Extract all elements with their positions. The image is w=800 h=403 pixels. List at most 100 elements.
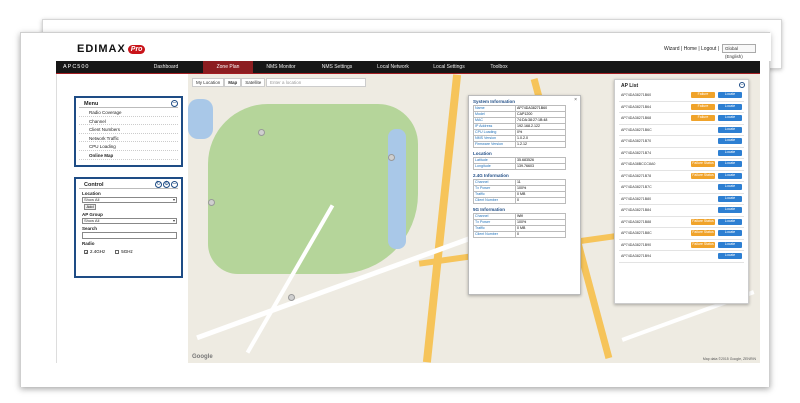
top-links[interactable]: Wizard | Home | Logout | [664, 46, 719, 52]
ap-list-item[interactable]: AP74DA38271B94 Locate [619, 251, 744, 263]
collapse-icon[interactable]: – [739, 82, 745, 88]
main-nav: APC500 Dashboard Zone Plan NMS Monitor N… [56, 61, 760, 73]
nav-item-nms-settings[interactable]: NMS Settings [309, 61, 365, 73]
ap-list-item[interactable]: AP74DA38271B7C Locate [619, 182, 744, 194]
nav-item-local-network[interactable]: Local Network [365, 61, 421, 73]
nav-item-dashboard[interactable]: Dashboard [129, 61, 203, 73]
map-park-area [208, 104, 418, 274]
ap-name: AP74DA38BCCC8A0 [621, 162, 656, 166]
locate-button[interactable]: Locate [718, 253, 742, 259]
radio-24-option[interactable]: ✓ 2.4GHz [84, 249, 105, 254]
locate-button[interactable]: Locate [718, 115, 742, 121]
language-select[interactable]: Global (English) [722, 44, 756, 59]
settings-icon[interactable]: ⚙ [163, 181, 170, 188]
radio-5-label: 5GHz [121, 249, 133, 254]
ap-list-item[interactable]: AP74DA38271B78 Failure Status Locate [619, 171, 744, 182]
menu-item-radio-coverage[interactable]: Radio Coverage [79, 108, 178, 117]
locate-button[interactable]: Locate [718, 92, 742, 98]
ap-list-item[interactable]: AP74DA38271B60 Failure Locate [619, 90, 744, 102]
locate-button[interactable]: Locate [718, 184, 742, 190]
radio-5-option[interactable]: 5GHz [115, 249, 133, 254]
ap-list-item[interactable]: AP74DA38271B90 Failure Status Locate [619, 240, 744, 251]
locate-button[interactable]: Locate [718, 207, 742, 213]
ap-list-rows: AP74DA38271B60 Failure Locate AP74DA38271B6… [615, 90, 748, 263]
ap-name: AP74DA38271B68 [621, 116, 652, 120]
system-info-title: System Information [473, 99, 516, 104]
locate-button[interactable]: Locate [718, 149, 742, 156]
status-badge[interactable]: Failure Status [691, 218, 715, 225]
ap-marker[interactable] [258, 129, 265, 136]
ap-list-item[interactable]: AP74DA38271B70 Locate [619, 136, 744, 148]
g24-info-table: Channel 11 Tx Power 100% Traffic 0 MB Client N… [473, 179, 566, 204]
map-view[interactable]: My Location Map Satellite Enter a locati… [188, 74, 760, 363]
status-badge[interactable]: Failure Status [691, 241, 715, 248]
ap-name: AP74DA38271B74 [621, 150, 652, 155]
info-value: 139.76603 [515, 163, 566, 170]
ap-list-item[interactable]: AP74DA38271B74 Locate [619, 148, 744, 159]
tab-satellite[interactable]: Satellite [241, 78, 266, 87]
close-icon[interactable]: × [574, 97, 577, 103]
ap-list-item[interactable]: AP74DA38271B88 Failure Status Locate [619, 217, 744, 228]
ap-name: AP74DA38271B80 [621, 196, 652, 201]
status-badge[interactable]: Failure Status [691, 172, 715, 179]
ap-list-item[interactable]: AP74DA38271B64 Failure Locate [619, 102, 744, 113]
ap-name: AP74DA38271B90 [621, 242, 652, 247]
nav-item-toolbox[interactable]: Toolbox [477, 61, 521, 73]
refresh-icon[interactable]: ↻ [155, 181, 162, 188]
ap-list-item[interactable]: AP74DA38271B68 Failure Locate [619, 113, 744, 125]
status-badge[interactable]: Failure Status [691, 230, 715, 236]
location-select[interactable]: Show All [82, 197, 177, 203]
ap-list-item[interactable]: AP74DA38271B80 Locate [619, 194, 744, 205]
info-key: Firmware Version [473, 141, 516, 148]
locate-button[interactable]: Locate [718, 161, 742, 167]
ap-list-title: AP List [621, 83, 639, 89]
footer [21, 365, 769, 387]
map-attribution: Map data ©2015 Google, ZENRIN [702, 357, 756, 361]
map-moat-east [388, 129, 406, 249]
nav-item-local-settings[interactable]: Local Settings [421, 61, 477, 73]
ap-list-item[interactable]: AP74DA38271B84 Locate [619, 205, 744, 217]
locate-button[interactable]: Locate [718, 126, 742, 133]
search-input[interactable] [82, 232, 177, 239]
menu-item-channel[interactable]: Channel [79, 117, 178, 126]
locate-button[interactable]: Locate [718, 138, 742, 144]
locate-button[interactable]: Locate [718, 230, 742, 236]
checkbox-icon[interactable] [115, 249, 120, 254]
tab-map[interactable]: Map [224, 78, 242, 87]
map-search-input[interactable]: Enter a location [266, 78, 366, 87]
ap-marker[interactable] [388, 154, 395, 161]
apgroup-select[interactable]: Show All [82, 218, 177, 224]
location-table: Latitude 35.683526 Longitude 139.76603 [473, 157, 566, 170]
locate-button[interactable]: Locate [718, 195, 742, 202]
checkbox-checked-icon[interactable]: ✓ [84, 249, 88, 254]
collapse-icon[interactable]: – [171, 181, 178, 188]
menu-item-client-numbers[interactable]: Client Numbers [79, 125, 178, 134]
menu-item-online-map[interactable]: Online Map [79, 151, 178, 160]
locate-button[interactable]: Locate [718, 103, 742, 110]
locate-button[interactable]: Locate [718, 172, 742, 179]
ap-marker[interactable] [208, 199, 215, 206]
info-key: Client Number [473, 197, 516, 204]
ap-marker[interactable] [288, 294, 295, 301]
menu-item-cpu-loading[interactable]: CPU Loading [79, 142, 178, 151]
status-badge[interactable]: Failure [691, 103, 715, 110]
edimax-logo: EDIMAX Pro [77, 43, 146, 55]
ap-list-item[interactable]: AP74DA38271B6C Locate [619, 125, 744, 136]
nav-item-zone-plan[interactable]: Zone Plan [203, 61, 253, 73]
status-badge[interactable]: Failure Status [691, 161, 715, 167]
add-button[interactable]: Add [84, 204, 96, 210]
locate-button[interactable]: Locate [718, 218, 742, 225]
status-badge[interactable]: Failure [691, 115, 715, 121]
collapse-icon[interactable]: – [171, 100, 178, 107]
tab-my-location[interactable]: My Location [192, 78, 225, 87]
map-type-tabs: My Location Map Satellite [192, 78, 266, 87]
info-key: Client Number [473, 231, 516, 238]
menu-item-network-traffic[interactable]: Network Traffic [79, 134, 178, 143]
info-value: 1.2.12 [515, 141, 566, 148]
ap-list-item[interactable]: AP74DA38271B8C Failure Status Locate [619, 228, 744, 240]
ap-name: AP74DA38271B70 [621, 139, 652, 143]
locate-button[interactable]: Locate [718, 241, 742, 248]
nav-item-nms-monitor[interactable]: NMS Monitor [253, 61, 309, 73]
status-badge[interactable]: Failure [691, 92, 715, 98]
ap-list-item[interactable]: AP74DA38BCCC8A0 Failure Status Locate [619, 159, 744, 171]
